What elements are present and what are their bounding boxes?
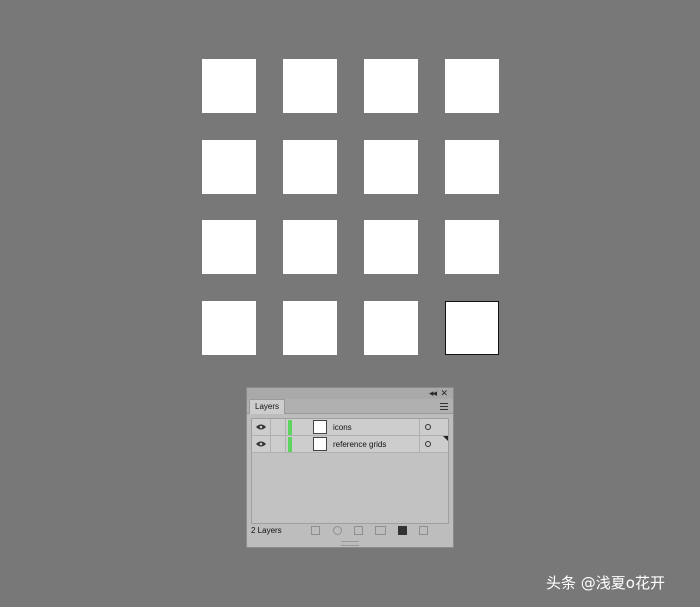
layer-row-reference-grids[interactable]: reference grids: [252, 436, 448, 453]
target-circle-icon[interactable]: [425, 441, 431, 447]
grid-square[interactable]: [364, 140, 418, 194]
layer-count: 2 Layers: [251, 526, 282, 535]
grid-square[interactable]: [364, 220, 418, 274]
grid-square[interactable]: [364, 301, 418, 355]
layer-name[interactable]: icons: [333, 419, 352, 436]
grid-square[interactable]: [202, 140, 256, 194]
make-clipping-mask-icon[interactable]: [354, 526, 363, 535]
grid-square[interactable]: [202, 59, 256, 113]
grid-square[interactable]: [445, 59, 499, 113]
layer-list: icons reference grids: [251, 418, 449, 524]
resize-grip[interactable]: [341, 541, 359, 546]
eye-icon: [256, 424, 266, 430]
grid-square[interactable]: [283, 220, 337, 274]
watermark: 头条 @浅夏o花开: [546, 574, 665, 592]
panel-titlebar[interactable]: ◂◂ ✕: [247, 388, 453, 399]
layer-row-icons[interactable]: icons: [252, 419, 448, 436]
export-icon[interactable]: [311, 526, 320, 535]
create-sublayer-icon[interactable]: [375, 526, 386, 535]
close-icon[interactable]: ✕: [440, 387, 448, 399]
selection-corner-icon: [443, 436, 448, 441]
tab-layers[interactable]: Layers: [249, 399, 286, 414]
layers-panel: ◂◂ ✕ Layers icons reference grids 2 Laye…: [246, 387, 454, 548]
target-divider: [418, 436, 420, 452]
visibility-toggle[interactable]: [252, 436, 271, 452]
grid-square-selected[interactable]: [445, 301, 499, 355]
grid-square[interactable]: [283, 59, 337, 113]
grid-square[interactable]: [445, 140, 499, 194]
hamburger-menu-icon[interactable]: [440, 403, 448, 410]
panel-footer: 2 Layers: [247, 523, 453, 539]
grid-square[interactable]: [283, 301, 337, 355]
lock-toggle[interactable]: [270, 419, 286, 435]
layer-thumbnail: [313, 420, 327, 434]
layer-name[interactable]: reference grids: [333, 436, 386, 453]
grid-square[interactable]: [202, 301, 256, 355]
eye-icon: [256, 441, 266, 447]
grid-square[interactable]: [202, 220, 256, 274]
new-layer-icon[interactable]: [398, 526, 407, 535]
grid-square[interactable]: [445, 220, 499, 274]
delete-icon[interactable]: [419, 526, 428, 535]
visibility-toggle[interactable]: [252, 419, 271, 435]
target-divider: [418, 419, 420, 435]
collapse-icon[interactable]: ◂◂: [429, 387, 437, 399]
grid-square[interactable]: [364, 59, 418, 113]
target-circle-icon[interactable]: [425, 424, 431, 430]
lock-toggle[interactable]: [270, 436, 286, 452]
panel-tab-row: Layers: [247, 399, 453, 414]
grid-square[interactable]: [283, 140, 337, 194]
layer-thumbnail: [313, 437, 327, 451]
layer-color-swatch: [288, 437, 292, 452]
layer-color-swatch: [288, 420, 292, 435]
locate-object-icon[interactable]: [333, 526, 342, 535]
